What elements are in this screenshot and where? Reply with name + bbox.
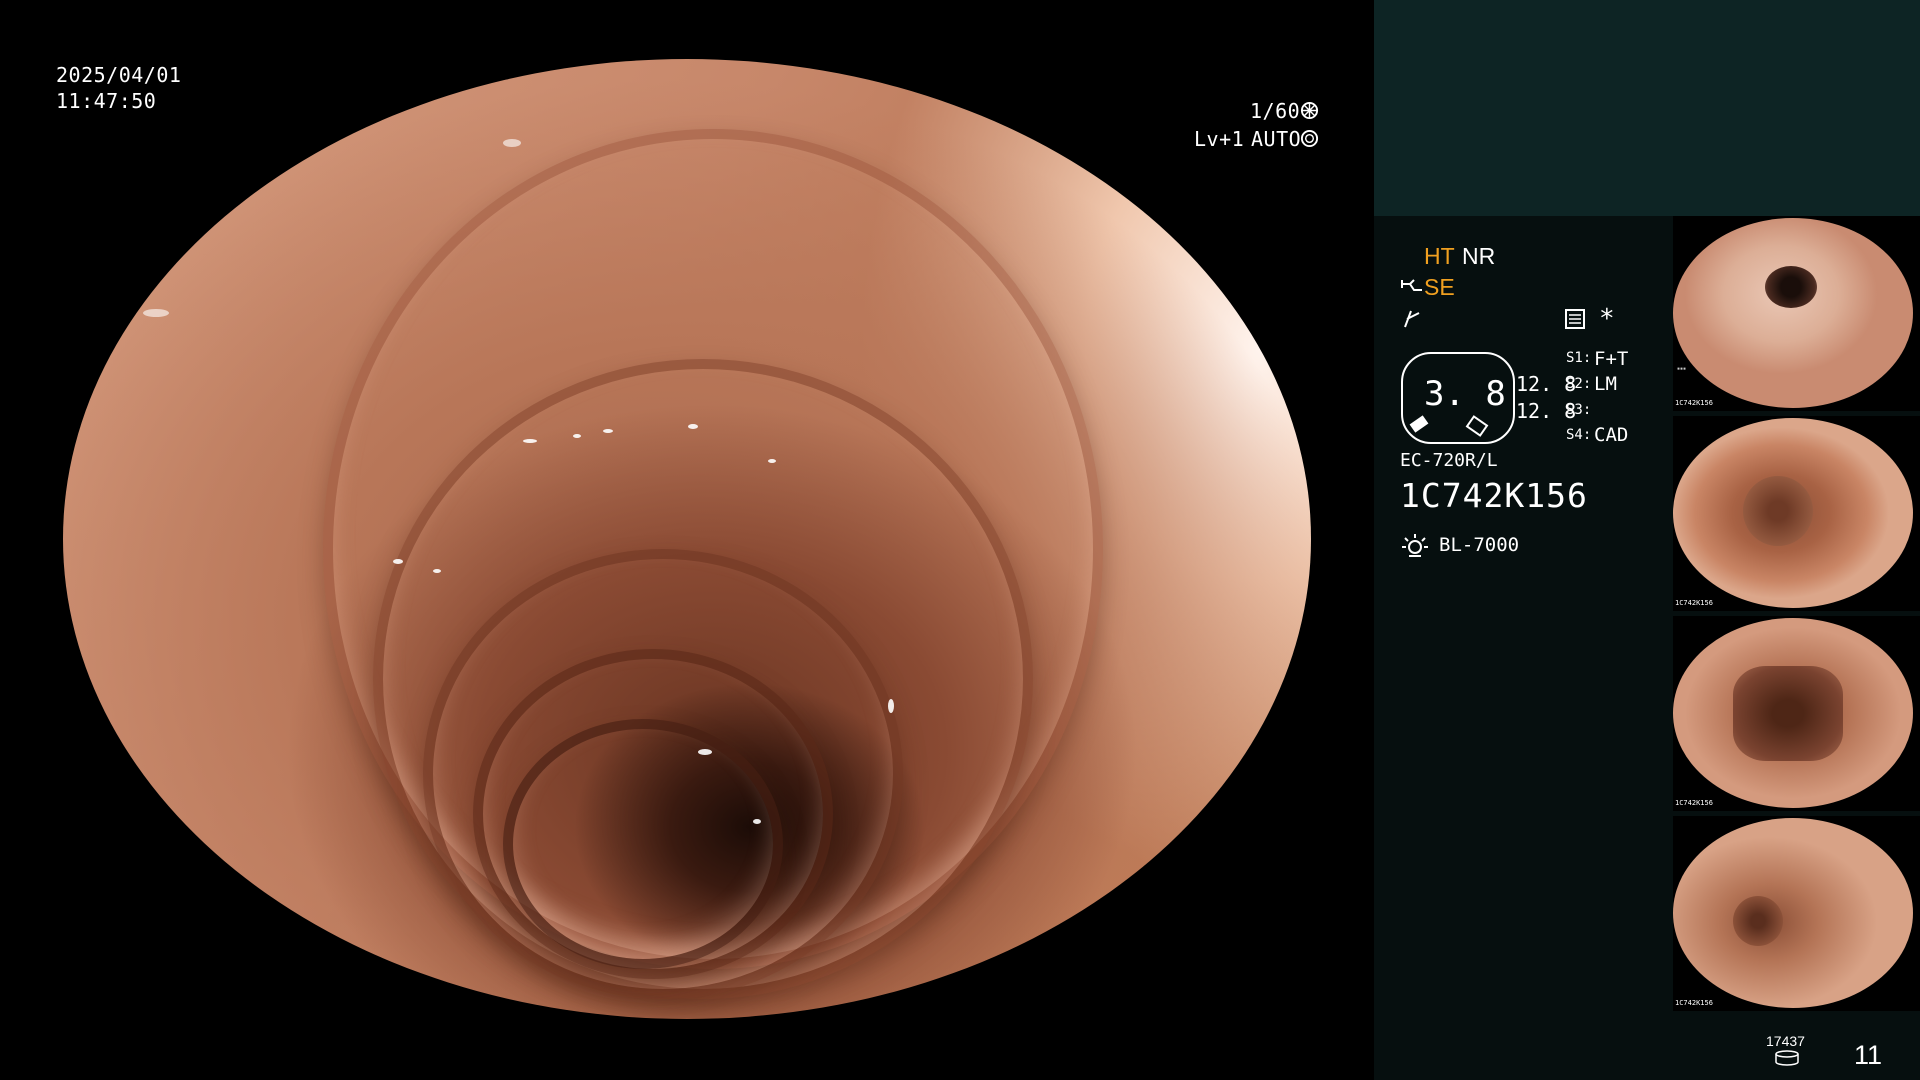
storage-count: 17437: [1766, 1033, 1805, 1049]
light-icon: [1401, 532, 1429, 564]
gauge-value: 3. 8: [1424, 374, 1506, 414]
scope-icon: [1400, 276, 1424, 302]
asterisk-indicator: *: [1599, 304, 1615, 334]
info-panel-header: [1374, 0, 1920, 216]
thumbnail-serial: 1C742K156: [1675, 799, 1713, 807]
setting-s1-value: F+T: [1594, 348, 1629, 370]
iris-icon: [1300, 129, 1319, 152]
endoscope-live-view: [63, 59, 1311, 1019]
setting-s2-value: LM: [1594, 373, 1617, 395]
exam-date: 2025/04/01: [56, 63, 182, 87]
se-indicator: SE: [1424, 274, 1455, 300]
setting-s4-key: S4:: [1566, 427, 1592, 443]
image-count: 11: [1854, 1040, 1883, 1070]
settings-icon: [1564, 308, 1586, 334]
scope-model: EC-720R/L: [1400, 450, 1498, 471]
thumbnail-serial: 1C742K156: [1675, 999, 1713, 1007]
thumbnail-serial: 1C742K156: [1675, 599, 1713, 607]
capture-thumbnail-4[interactable]: 1C742K156: [1673, 816, 1920, 1011]
setting-s1-key: S1:: [1566, 350, 1592, 366]
exam-time: 11:47:50: [56, 89, 157, 113]
setting-s4-value: CAD: [1594, 424, 1629, 446]
shutter-icon: [1300, 101, 1319, 124]
capture-thumbnail-1[interactable]: ▪▪▪ 1C742K156: [1673, 216, 1920, 411]
capture-thumbnail-3[interactable]: 1C742K156: [1673, 616, 1920, 811]
nr-indicator: NR: [1462, 243, 1496, 269]
capture-thumbnail-2[interactable]: 1C742K156: [1673, 416, 1920, 611]
storage-icon: [1774, 1050, 1800, 1070]
light-source: BL-7000: [1439, 534, 1520, 556]
ht-indicator: HT: [1424, 243, 1455, 269]
thumbnail-serial: 1C742K156: [1675, 399, 1713, 407]
brightness-level: Lv+1: [1194, 127, 1245, 151]
setting-s3-key: S3:: [1566, 402, 1592, 418]
flash-icon: [1401, 307, 1423, 333]
scope-serial: 1C742K156: [1400, 476, 1588, 515]
shutter-speed: 1/60: [1250, 99, 1301, 123]
setting-s2-key: S2:: [1566, 376, 1592, 392]
iris-mode: AUTO: [1251, 127, 1302, 151]
